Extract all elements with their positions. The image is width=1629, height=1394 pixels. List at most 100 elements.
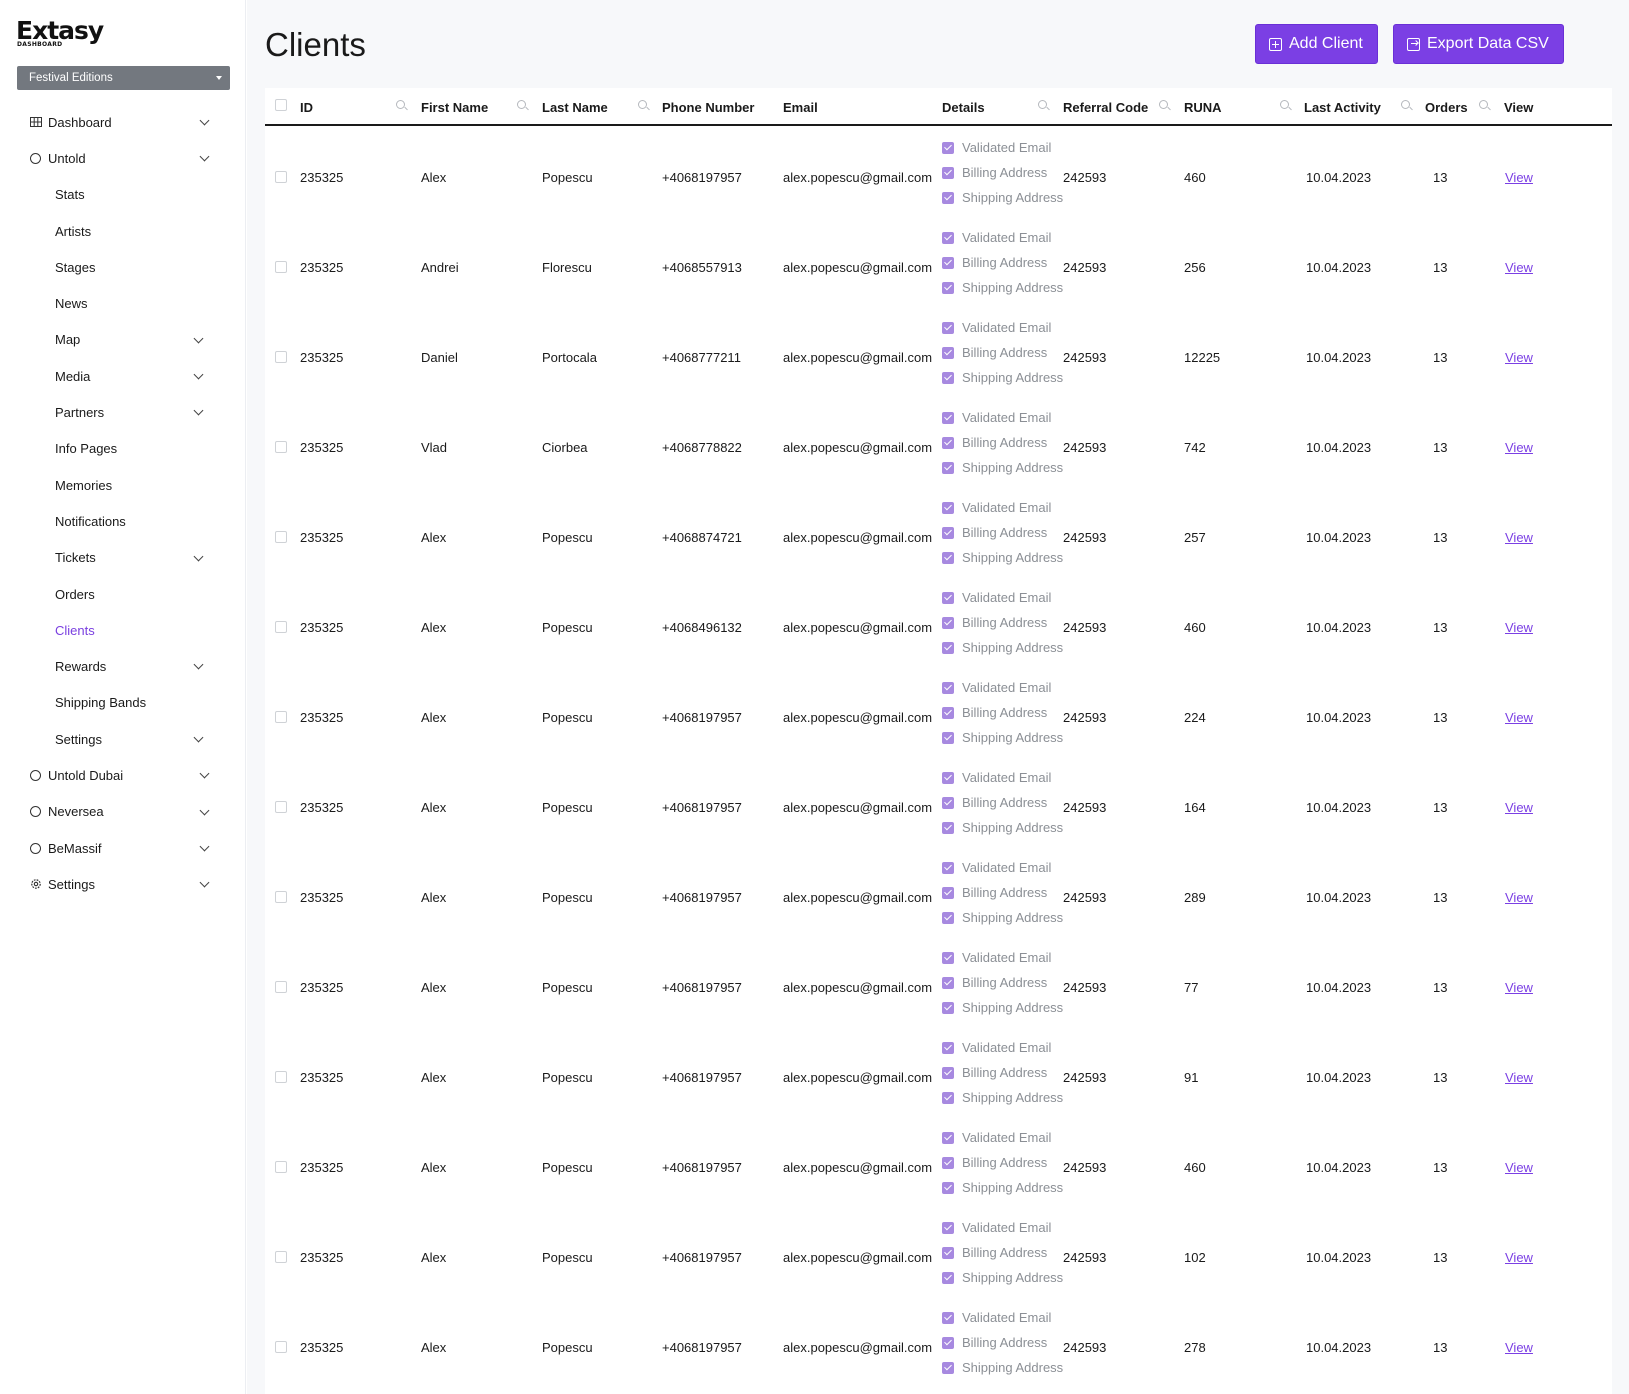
chevron-down-icon[interactable] — [200, 152, 210, 162]
table-row[interactable]: 235325AlexPopescu+4068496132alex.popescu… — [265, 576, 1612, 666]
column-header-first-name[interactable]: First Name — [421, 100, 488, 115]
row-checkbox[interactable] — [275, 1071, 287, 1083]
table-row[interactable]: 235325VladCiorbea+4068778822alex.popescu… — [265, 396, 1612, 486]
column-header-orders[interactable]: Orders — [1425, 100, 1468, 115]
row-checkbox[interactable] — [275, 711, 287, 723]
chevron-down-icon[interactable] — [194, 733, 204, 743]
table-row[interactable]: 235325AlexPopescu+4068197957alex.popescu… — [265, 846, 1612, 936]
view-link[interactable]: View — [1505, 260, 1533, 275]
sidebar-item-clients[interactable]: Clients — [0, 612, 246, 648]
view-link[interactable]: View — [1505, 980, 1533, 995]
view-link[interactable]: View — [1505, 710, 1533, 725]
view-link[interactable]: View — [1505, 1160, 1533, 1175]
search-icon[interactable] — [1280, 100, 1289, 109]
row-checkbox[interactable] — [275, 621, 287, 633]
row-checkbox[interactable] — [275, 891, 287, 903]
view-link[interactable]: View — [1505, 170, 1533, 185]
search-icon[interactable] — [1401, 100, 1410, 109]
sidebar-item-info-pages[interactable]: Info Pages — [0, 431, 246, 467]
chevron-down-icon[interactable] — [200, 878, 210, 888]
column-header-phone-number[interactable]: Phone Number — [662, 100, 754, 115]
sidebar-item-tickets[interactable]: Tickets — [0, 540, 246, 576]
table-row[interactable]: 235325AlexPopescu+4068197957alex.popescu… — [265, 666, 1612, 756]
view-link[interactable]: View — [1505, 530, 1533, 545]
row-checkbox[interactable] — [275, 531, 287, 543]
column-header-referral-code[interactable]: Referral Code — [1063, 100, 1148, 115]
sidebar-item-stages[interactable]: Stages — [0, 249, 246, 285]
add-client-button[interactable]: Add Client — [1255, 24, 1378, 64]
chevron-down-icon[interactable] — [200, 116, 210, 126]
sidebar-item-notifications[interactable]: Notifications — [0, 503, 246, 539]
festival-editions-select[interactable]: Festival Editions — [17, 66, 230, 90]
column-header-id[interactable]: ID — [300, 100, 313, 115]
sidebar-item-orders[interactable]: Orders — [0, 576, 246, 612]
table-row[interactable]: 235325AlexPopescu+4068197957alex.popescu… — [265, 1206, 1612, 1296]
row-checkbox[interactable] — [275, 801, 287, 813]
sidebar-item-artists[interactable]: Artists — [0, 213, 246, 249]
sidebar-item-settings[interactable]: Settings — [0, 866, 246, 902]
row-checkbox[interactable] — [275, 1251, 287, 1263]
search-icon[interactable] — [1479, 100, 1488, 109]
sidebar-item-memories[interactable]: Memories — [0, 467, 246, 503]
table-row[interactable]: 235325AlexPopescu+4068197957alex.popescu… — [265, 1116, 1612, 1206]
chevron-down-icon[interactable] — [194, 660, 204, 670]
table-row[interactable]: 235325AlexPopescu+4068874721alex.popescu… — [265, 486, 1612, 576]
row-checkbox[interactable] — [275, 981, 287, 993]
row-checkbox[interactable] — [275, 441, 287, 453]
column-header-last-activity[interactable]: Last Activity — [1304, 100, 1381, 115]
export-csv-button[interactable]: Export Data CSV — [1393, 24, 1564, 64]
sidebar-item-media[interactable]: Media — [0, 358, 246, 394]
search-icon[interactable] — [1038, 100, 1047, 109]
search-icon[interactable] — [396, 100, 405, 109]
select-all-checkbox[interactable] — [275, 99, 287, 111]
row-checkbox[interactable] — [275, 1161, 287, 1173]
chevron-down-icon[interactable] — [200, 805, 210, 815]
row-checkbox[interactable] — [275, 351, 287, 363]
sidebar-item-shipping-bands[interactable]: Shipping Bands — [0, 685, 246, 721]
chevron-down-icon[interactable] — [194, 370, 204, 380]
view-link[interactable]: View — [1505, 620, 1533, 635]
search-icon[interactable] — [1159, 100, 1168, 109]
column-header-view[interactable]: View — [1504, 100, 1533, 115]
table-row[interactable]: 235325AlexPopescu+4068197957alex.popescu… — [265, 1296, 1612, 1386]
sidebar-item-rewards[interactable]: Rewards — [0, 648, 246, 684]
table-row[interactable]: 235325AlexPopescu+4068197957alex.popescu… — [265, 936, 1612, 1026]
sidebar-item-dashboard[interactable]: Dashboard — [0, 104, 246, 140]
sidebar-item-partners[interactable]: Partners — [0, 394, 246, 430]
view-link[interactable]: View — [1505, 800, 1533, 815]
chevron-down-icon[interactable] — [200, 841, 210, 851]
chevron-down-icon[interactable] — [194, 551, 204, 561]
table-row[interactable]: 235325AndreiFlorescu+4068557913alex.pope… — [265, 216, 1612, 306]
sidebar-item-stats[interactable]: Stats — [0, 177, 246, 213]
sidebar-item-map[interactable]: Map — [0, 322, 246, 358]
row-checkbox[interactable] — [275, 261, 287, 273]
sidebar-item-untold-dubai[interactable]: Untold Dubai — [0, 757, 246, 793]
view-link[interactable]: View — [1505, 1340, 1533, 1355]
table-row[interactable]: 235325AlexPopescu+4068197957alex.popescu… — [265, 756, 1612, 846]
search-icon[interactable] — [517, 100, 526, 109]
chevron-down-icon[interactable] — [200, 769, 210, 779]
chevron-down-icon[interactable] — [194, 333, 204, 343]
sidebar-item-bemassif[interactable]: BeMassif — [0, 830, 246, 866]
column-header-last-name[interactable]: Last Name — [542, 100, 608, 115]
column-header-runa[interactable]: RUNA — [1184, 100, 1222, 115]
chevron-down-icon[interactable] — [194, 406, 204, 416]
search-icon[interactable] — [638, 100, 647, 109]
row-checkbox[interactable] — [275, 171, 287, 183]
row-checkbox[interactable] — [275, 1341, 287, 1353]
table-row[interactable]: 235325AlexPopescu+4068197957alex.popescu… — [265, 1026, 1612, 1116]
logo[interactable]: Extasy DASHBOARD — [16, 18, 103, 48]
view-link[interactable]: View — [1505, 890, 1533, 905]
column-header-email[interactable]: Email — [783, 100, 818, 115]
sidebar-item-news[interactable]: News — [0, 285, 246, 321]
sidebar-item-neversea[interactable]: Neversea — [0, 794, 246, 830]
view-link[interactable]: View — [1505, 350, 1533, 365]
table-row[interactable]: 235325AlexPopescu+4068197957alex.popescu… — [265, 126, 1612, 216]
view-link[interactable]: View — [1505, 1250, 1533, 1265]
column-header-details[interactable]: Details — [942, 100, 985, 115]
view-link[interactable]: View — [1505, 1070, 1533, 1085]
view-link[interactable]: View — [1505, 440, 1533, 455]
table-row[interactable]: 235325DanielPortocala+4068777211alex.pop… — [265, 306, 1612, 396]
sidebar-item-settings[interactable]: Settings — [0, 721, 246, 757]
sidebar-item-untold[interactable]: Untold — [0, 140, 246, 176]
